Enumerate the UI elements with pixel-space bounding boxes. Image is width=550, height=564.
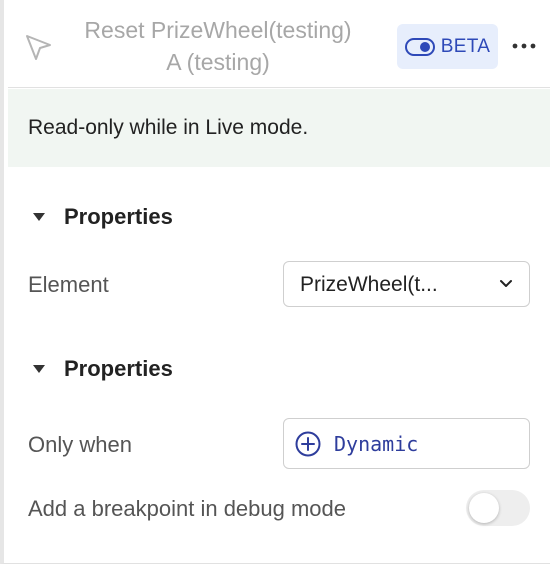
chevron-down-icon — [500, 280, 512, 287]
more-options-button[interactable] — [508, 30, 540, 62]
more-horizontal-icon — [512, 43, 536, 49]
properties-section-toggle-2[interactable]: Properties — [32, 353, 173, 385]
only-when-dynamic-input[interactable]: Dynamic — [283, 418, 530, 469]
breakpoint-label: Add a breakpoint in debug mode — [28, 496, 347, 521]
action-title: Reset PrizeWheel(testing) A (testing) — [68, 14, 368, 78]
triangle-down-icon — [33, 213, 45, 221]
element-label: Element — [28, 272, 109, 297]
plus-circle-icon — [295, 431, 321, 457]
toggle-icon — [404, 37, 435, 56]
breakpoint-toggle[interactable] — [466, 490, 530, 526]
element-dropdown-value: PrizeWheel(t... — [300, 273, 438, 296]
read-only-notice-text: Read-only while in Live mode. — [28, 116, 309, 139]
element-dropdown[interactable]: PrizeWheel(t... — [283, 261, 530, 307]
properties-section-toggle-1[interactable]: Properties — [32, 201, 173, 233]
triangle-down-icon — [33, 365, 45, 373]
properties-section-title-1: Properties — [64, 204, 173, 229]
panel-header: Reset PrizeWheel(testing) A (testing) BE… — [8, 0, 550, 88]
read-only-notice: Read-only while in Live mode. — [8, 89, 550, 167]
breakpoint-toggle-knob — [469, 493, 499, 523]
dynamic-label: Dynamic — [334, 432, 419, 456]
only-when-label: Only when — [28, 432, 132, 457]
action-title-line2: A (testing) — [166, 49, 270, 75]
cursor-arrow-icon — [26, 35, 51, 60]
beta-label: BETA — [440, 35, 491, 57]
beta-badge[interactable]: BETA — [397, 24, 498, 69]
properties-section-title-2: Properties — [64, 356, 173, 381]
action-panel: Reset PrizeWheel(testing) A (testing) BE… — [0, 0, 550, 564]
action-title-line1: Reset PrizeWheel(testing) — [84, 17, 352, 43]
